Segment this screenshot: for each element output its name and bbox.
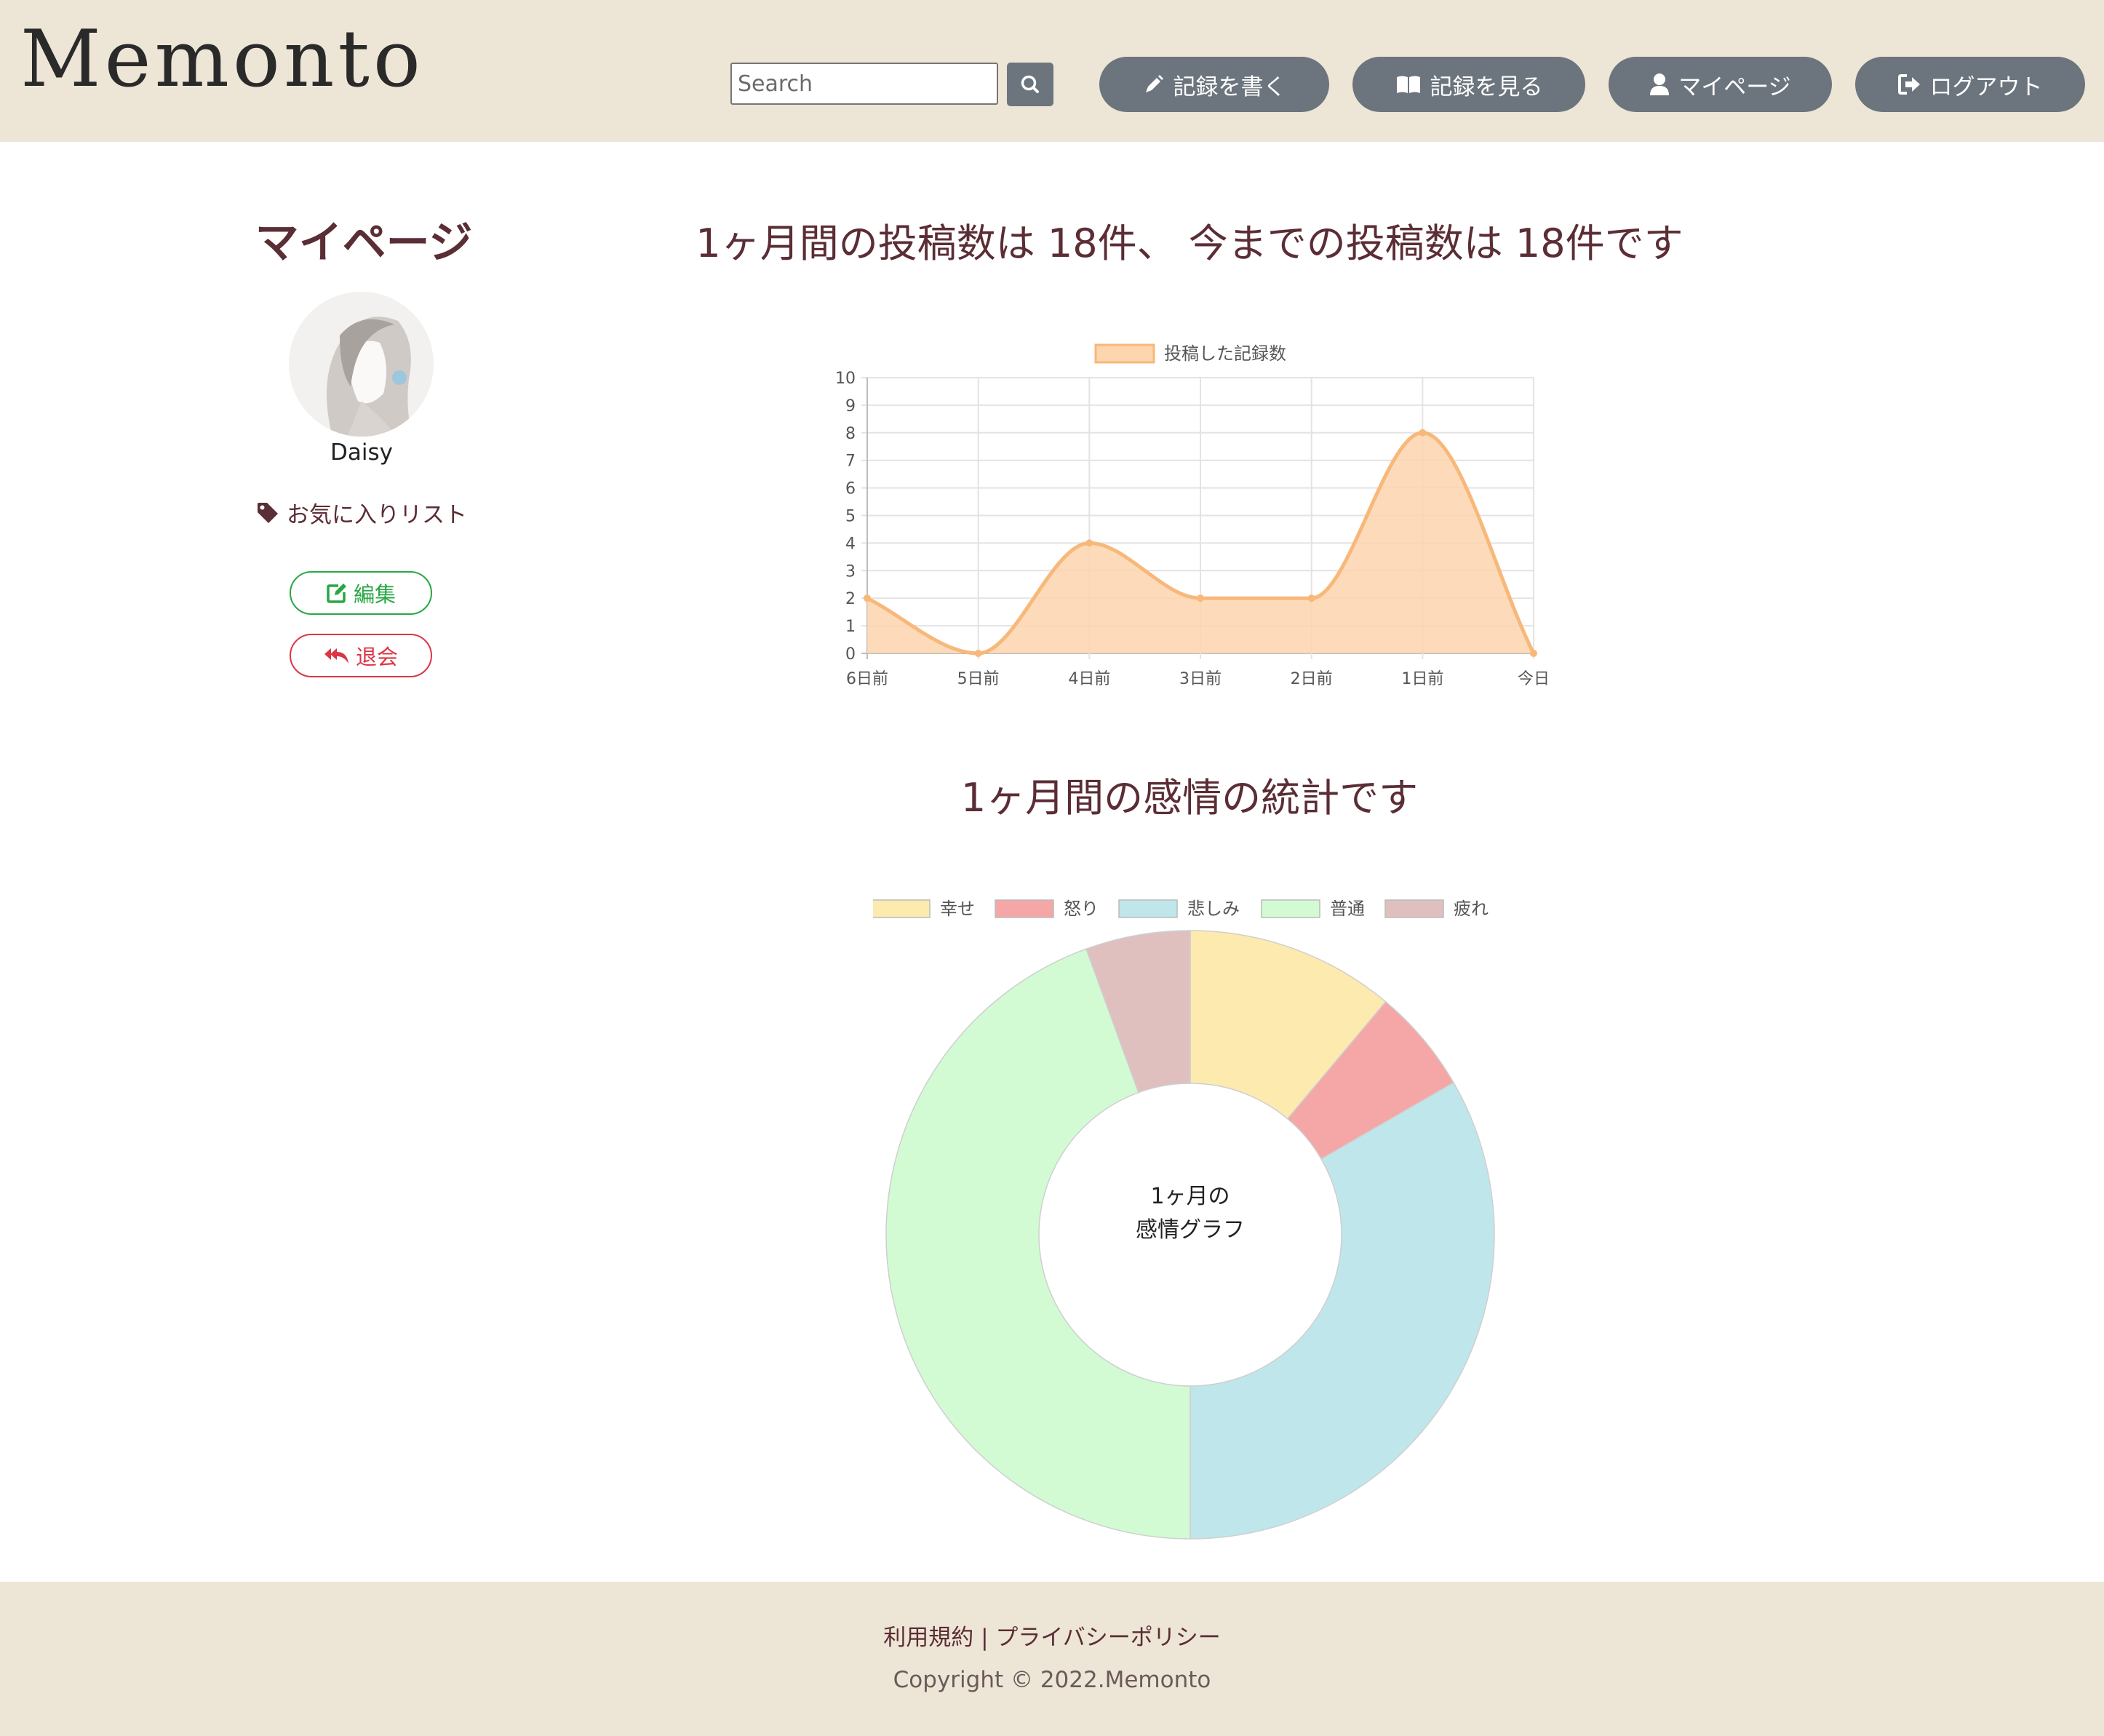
donut-legend-swatch [873,899,931,918]
posts-data-point [1307,594,1315,602]
y-tick-label: 10 [835,370,856,388]
donut-center-line-2: 感情グラフ [1136,1217,1245,1243]
y-tick-label: 4 [845,535,856,553]
donut-legend-swatch [1261,899,1320,918]
donut-legend-label: 疲れ [1454,899,1489,919]
footer-links: 利用規約 | プライバシーポリシー [0,1619,2104,1652]
x-tick-label: 1日前 [1401,670,1443,688]
x-tick-label: 4日前 [1068,670,1110,688]
donut-legend-label: 幸せ [940,899,975,919]
x-tick-label: 5日前 [957,670,1000,688]
donut-legend-label: 悲しみ [1187,899,1240,919]
sign-out-icon [1897,74,1920,95]
y-tick-label: 6 [845,480,856,498]
donut-center-line-1: 1ヶ月の [1150,1184,1230,1209]
edit-icon [327,584,346,603]
y-tick-label: 5 [845,508,856,526]
posts-data-point [974,650,982,657]
reply-all-icon [324,648,348,664]
posts-data-point [1530,650,1537,657]
favorites-label: お気に入りリスト [287,502,467,528]
line-chart-legend: 投稿した記録数 [1094,343,1286,364]
view-records-button[interactable]: 記録を見る [1352,57,1585,112]
book-open-icon [1396,76,1420,93]
posts-summary: 1ヶ月間の投稿数は 18件、 今までの投稿数は 18件です [696,220,1683,266]
logout-button[interactable]: ログアウト [1855,57,2085,112]
favorites-link[interactable]: お気に入りリスト [251,496,472,529]
y-tick-label: 0 [845,645,856,664]
donut-legend-swatch [995,899,1054,918]
withdraw-button[interactable]: 退会 [290,634,432,677]
copyright: Copyright © 2022.Memonto [893,1667,1211,1693]
x-tick-label: 今日 [1518,670,1550,688]
view-records-label: 記録を見る [1430,73,1543,100]
search-button[interactable] [1007,63,1053,106]
y-tick-label: 2 [845,590,856,608]
user-icon [1650,73,1670,95]
withdraw-label: 退会 [355,645,398,669]
donut-legend-label: 怒り [1064,899,1099,919]
pen-icon [1145,75,1163,92]
mypage-label: マイページ [1678,73,1791,100]
emotion-donut-chart: 幸せ 怒り 悲しみ 普通 疲れ 1ヶ月の 感情グラフ [873,899,1495,1540]
posts-line-chart: 0 1 2 3 4 5 6 7 8 9 10 6日前 5日前 4日前 3日前 2日前 1日前 今日 投稿した記録… [835,343,1550,688]
write-record-button[interactable]: 記録を書く [1099,57,1329,112]
legend-swatch-posts [1094,343,1155,364]
tag-icon [258,502,278,523]
terms-link[interactable]: 利用規約 [883,1625,973,1651]
footer [0,1582,2104,1736]
write-record-label: 記録を書く [1173,73,1286,100]
x-tick-label: 3日前 [1179,670,1222,688]
y-tick-label: 3 [845,562,856,581]
edit-button[interactable]: 編集 [290,571,432,615]
avatar [289,292,434,437]
posts-data-point [864,594,871,602]
donut-slice-3 [1190,1081,1495,1540]
mypage-button[interactable]: マイページ [1609,57,1832,112]
y-tick-label: 7 [845,453,856,471]
search-icon [1021,75,1039,93]
donut-legend-swatch [1384,899,1444,918]
posts-data-point [1419,429,1427,437]
x-tick-label: 6日前 [846,670,888,688]
y-tick-label: 9 [845,397,856,415]
privacy-link[interactable]: プライバシーポリシー [995,1625,1220,1651]
emotion-heading: 1ヶ月間の感情の統計です [960,775,1419,821]
footer-separator: | [981,1625,989,1651]
edit-label: 編集 [353,582,396,607]
posts-data-point [1085,539,1093,547]
page-title: マイページ [255,218,473,268]
username: Daisy [330,439,393,466]
x-tick-label: 2日前 [1291,670,1333,688]
search-input[interactable] [730,63,998,105]
legend-label-posts: 投稿した記録数 [1164,343,1286,364]
donut-legend-label: 普通 [1330,899,1365,919]
donut-legend-swatch [1118,899,1178,918]
y-tick-label: 1 [845,618,856,636]
posts-data-point [1197,594,1204,602]
logo[interactable]: Memonto [20,20,424,99]
logout-label: ログアウト [1929,73,2043,100]
donut-legend: 幸せ 怒り 悲しみ 普通 疲れ [873,899,1489,919]
y-tick-label: 8 [845,425,856,443]
